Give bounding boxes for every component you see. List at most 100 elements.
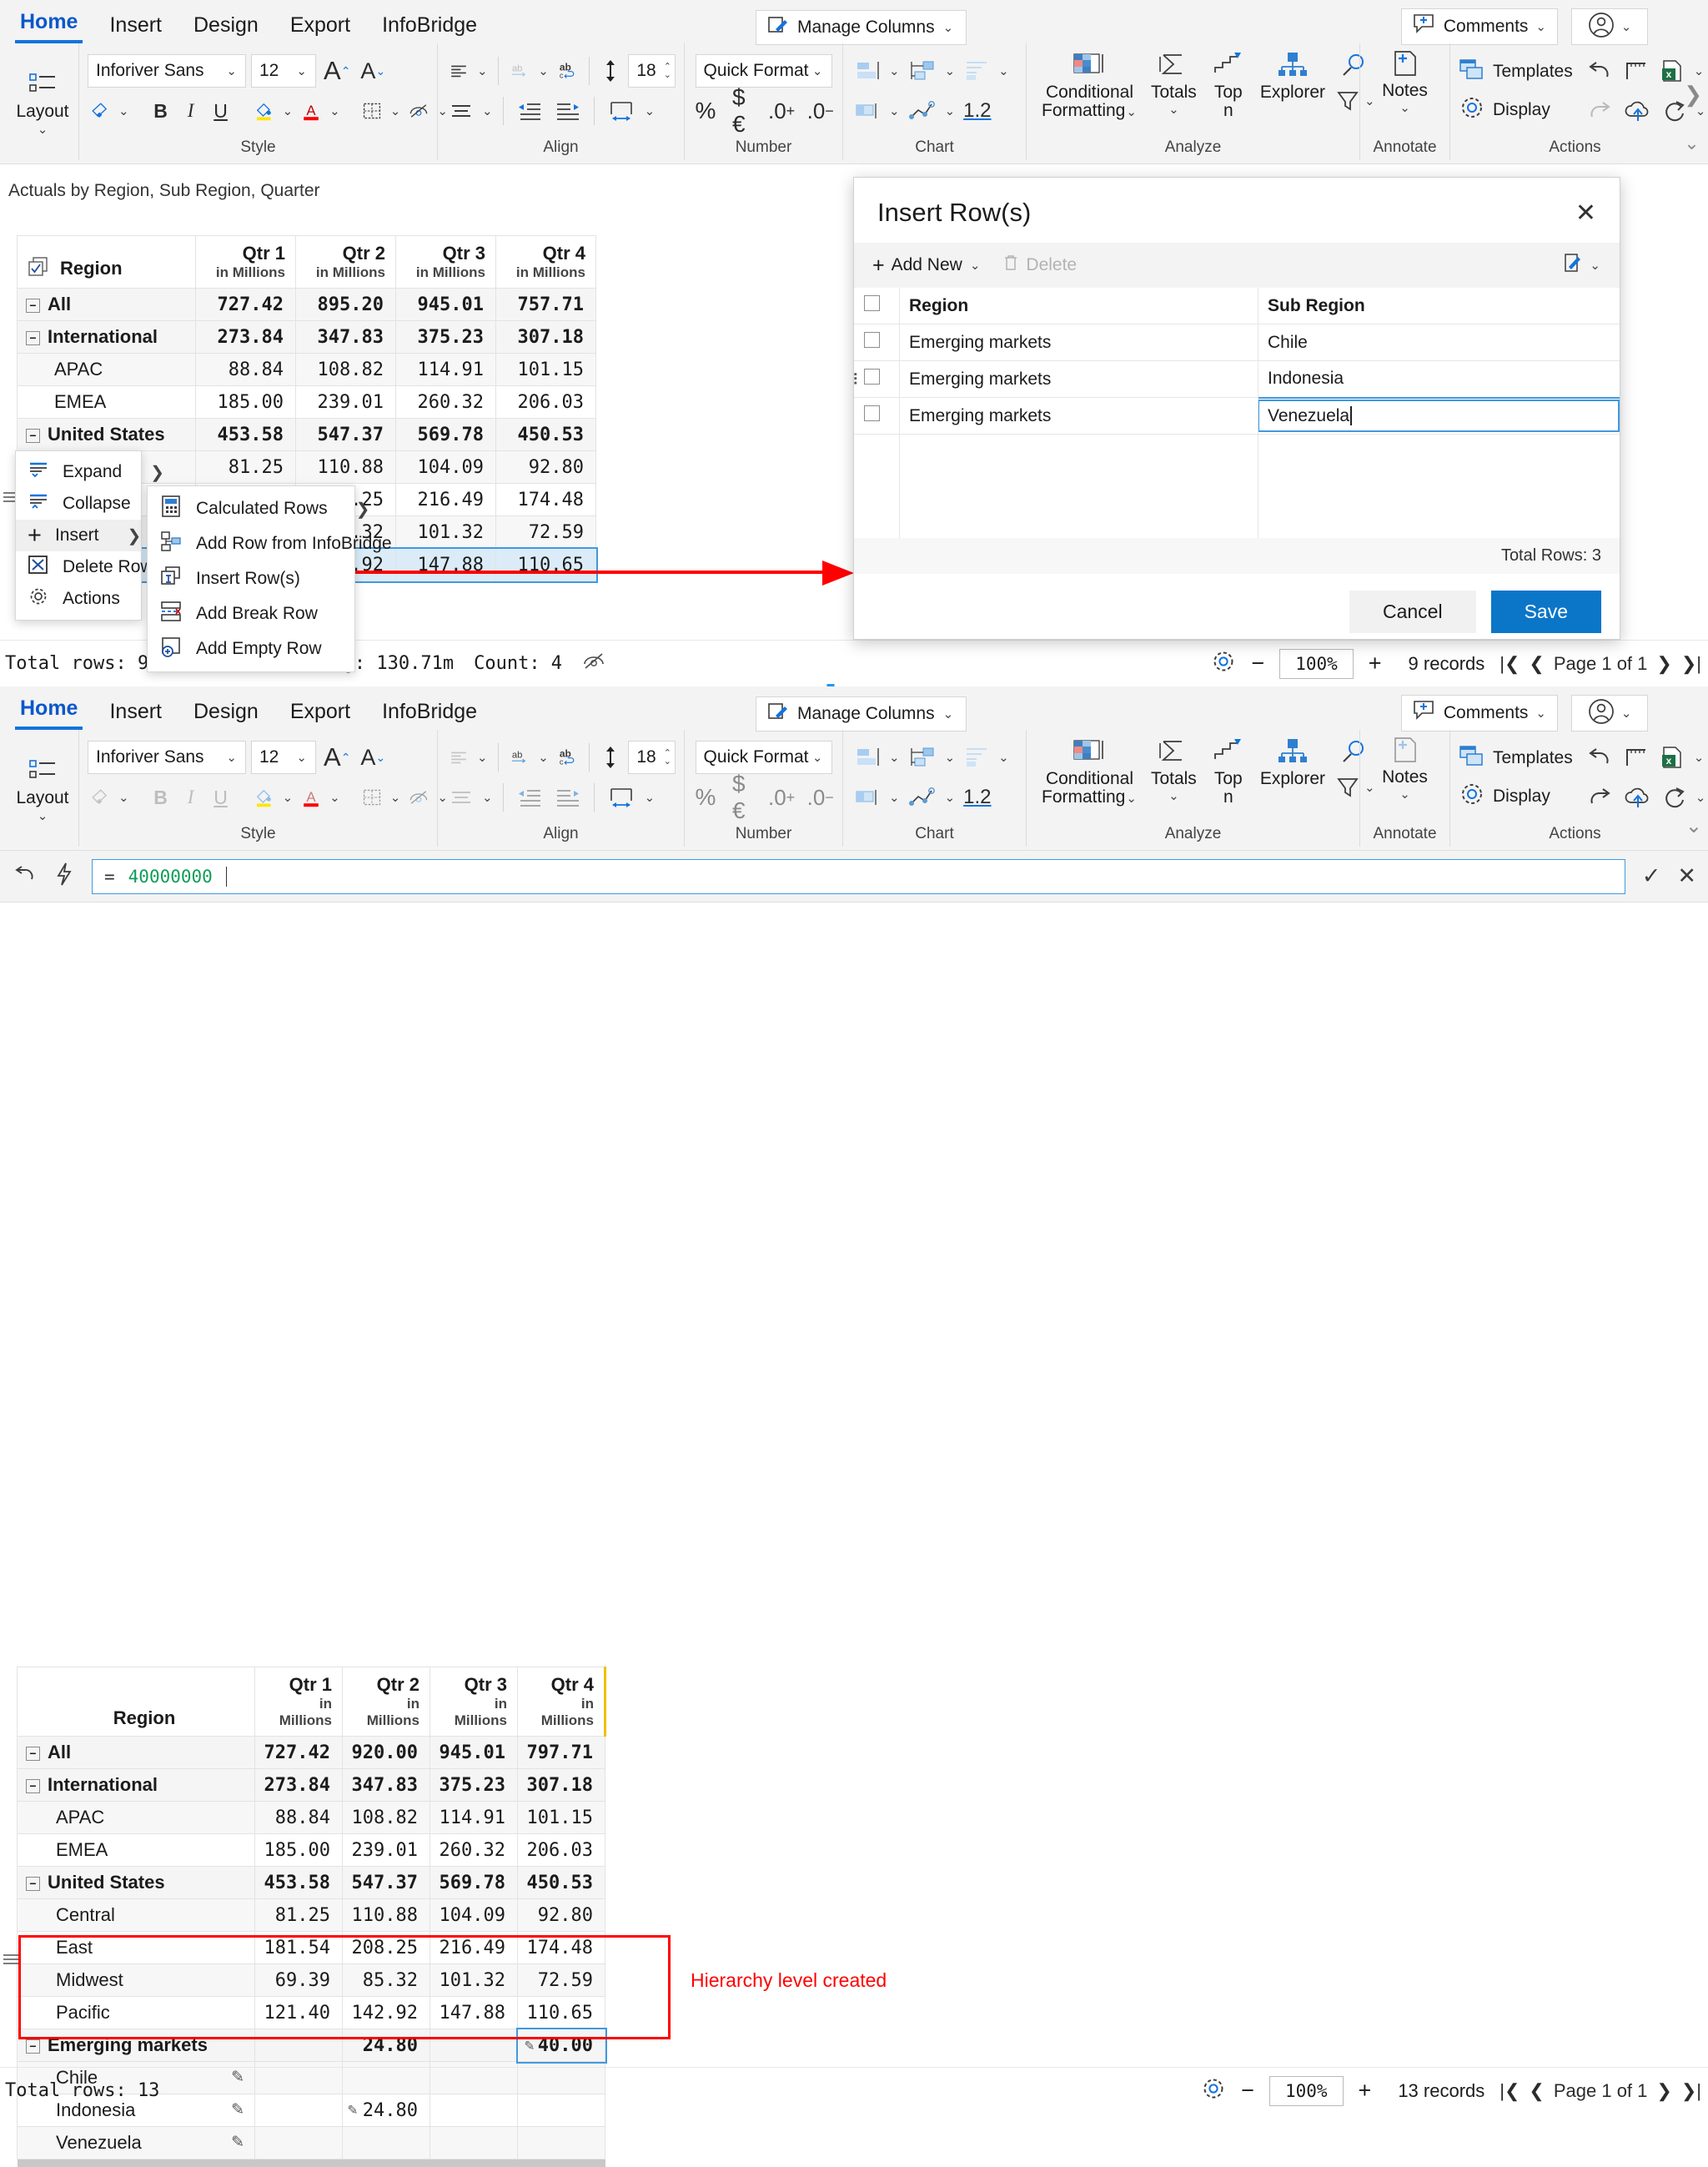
cell[interactable] xyxy=(518,2127,605,2159)
cell[interactable]: 92.80 xyxy=(518,1899,605,1932)
delete-button[interactable]: Delete xyxy=(1002,254,1077,277)
increase-indent-icon[interactable] xyxy=(551,93,585,128)
menu-item-calculated-rows[interactable]: Calculated Rows ❯ xyxy=(148,491,354,526)
stepper-icon[interactable]: ⌃⌄ xyxy=(664,749,671,766)
cell[interactable]: 147.88 xyxy=(396,549,496,581)
cell[interactable]: 569.78 xyxy=(396,419,496,451)
align-vertical-icon[interactable] xyxy=(446,780,476,815)
decrease-indent-icon[interactable] xyxy=(513,93,546,128)
cell[interactable]: 547.37 xyxy=(296,419,396,451)
variance-chart-icon[interactable] xyxy=(961,53,992,88)
column-header-qtr3[interactable]: Qtr 3in Millions xyxy=(396,236,496,289)
prev-page-button[interactable]: ❮ xyxy=(1529,2080,1544,2102)
chevron-down-icon[interactable]: ⌄ xyxy=(282,790,294,805)
cell[interactable]: 920.00 xyxy=(343,1737,430,1769)
cell[interactable]: 114.91 xyxy=(430,1802,518,1834)
decrease-indent-icon[interactable] xyxy=(513,780,546,815)
hide-formatting-icon[interactable] xyxy=(406,93,431,128)
menu-item-delete-row[interactable]: Delete Row xyxy=(16,551,141,583)
export-excel-icon[interactable]: x xyxy=(1656,740,1688,775)
underline-button[interactable]: U xyxy=(208,93,234,128)
table-row[interactable]: −International 273.84 347.83 375.23 307.… xyxy=(18,1769,605,1802)
row-checkbox[interactable] xyxy=(864,405,880,421)
notes-button[interactable]: Notes ⌄ xyxy=(1375,730,1434,802)
tab-home[interactable]: Home xyxy=(15,10,83,43)
chevron-down-icon[interactable]: ⌄ xyxy=(1125,105,1138,119)
next-page-button[interactable]: ❯ xyxy=(1656,653,1671,675)
column-header-qtr1[interactable]: Qtr 1in Millions xyxy=(196,236,296,289)
cell[interactable]: 72.59 xyxy=(496,516,596,549)
cell[interactable]: 945.01 xyxy=(430,1737,518,1769)
cell[interactable]: 72.59 xyxy=(518,1964,605,1997)
layout-icon[interactable] xyxy=(26,67,59,102)
chevron-down-icon[interactable]: ⌄ xyxy=(1695,790,1707,805)
table-row[interactable]: APAC 88.84 108.82 114.91 101.15 xyxy=(18,354,596,386)
table-row[interactable]: −All 727.42 920.00 945.01 797.71 xyxy=(18,1737,605,1769)
chevron-down-icon[interactable]: ⌄ xyxy=(118,103,130,118)
dialog-select-all-cell[interactable] xyxy=(854,288,899,324)
add-new-button[interactable]: + Add New ⌄ xyxy=(872,255,981,276)
font-color-icon[interactable]: A xyxy=(299,93,324,128)
cell[interactable]: 110.65 xyxy=(518,1997,605,2029)
chevron-down-icon[interactable]: ⌄ xyxy=(1693,750,1705,765)
chevron-down-icon[interactable]: ⌄ xyxy=(1168,102,1180,117)
cell[interactable]: 110.88 xyxy=(296,451,396,484)
table-row[interactable]: Pacific 121.40 142.92 147.88 110.65 xyxy=(18,1997,605,2029)
cell[interactable]: 101.32 xyxy=(430,1964,518,1997)
chevron-down-icon[interactable]: ⌄ xyxy=(997,750,1010,765)
cell[interactable]: 81.25 xyxy=(255,1899,343,1932)
cell[interactable]: 307.18 xyxy=(518,1769,605,1802)
display-button[interactable]: Display xyxy=(1459,778,1573,815)
tab-design[interactable]: Design xyxy=(188,13,264,43)
cell[interactable] xyxy=(255,2127,343,2159)
totals-button[interactable]: Totals ⌄ xyxy=(1144,732,1203,803)
table-row[interactable]: −All 727.42 895.20 945.01 757.71 xyxy=(18,289,596,321)
currency-format-button[interactable]: $€ xyxy=(730,93,756,128)
column-width-icon[interactable] xyxy=(604,780,639,815)
tab-infobridge[interactable]: InfoBridge xyxy=(377,13,482,43)
cell[interactable]: 108.82 xyxy=(296,354,396,386)
menu-item-expand[interactable]: Expand ❯ xyxy=(16,456,141,488)
collapse-toggle-icon[interactable]: − xyxy=(26,1877,40,1891)
chevron-down-icon[interactable]: ⌄ xyxy=(1125,792,1138,806)
chevron-down-icon[interactable]: ⌄ xyxy=(997,63,1010,78)
cell[interactable]: 216.49 xyxy=(430,1932,518,1964)
ribbon-collapse-icon[interactable]: ⌄ xyxy=(1685,814,1703,838)
select-all-checkbox-icon[interactable] xyxy=(28,256,51,281)
row-height-input[interactable]: 18 ⌃⌄ xyxy=(628,54,676,88)
ruler-icon[interactable] xyxy=(1621,740,1651,775)
layout-icon[interactable] xyxy=(26,753,59,788)
account-button[interactable]: ⌄ xyxy=(1571,8,1648,45)
table-row[interactable]: Midwest 69.39 85.32 101.32 72.59 xyxy=(18,1964,605,1997)
quick-format-select[interactable]: Quick Format ⌄ xyxy=(696,54,832,88)
ribbon-overflow-right-icon[interactable]: ❯ xyxy=(1683,82,1703,108)
comments-button[interactable]: Comments ⌄ xyxy=(1401,8,1558,45)
underline-button[interactable]: U xyxy=(208,780,234,815)
cell[interactable]: 101.15 xyxy=(518,1802,605,1834)
dialog-row-active-handle[interactable]: + ⠿ Emerging markets Indonesia xyxy=(854,361,1620,398)
cell[interactable]: 727.42 xyxy=(255,1737,343,1769)
align-horizontal-icon[interactable] xyxy=(446,740,471,775)
cell[interactable]: 101.32 xyxy=(396,516,496,549)
cell[interactable]: 24.80 xyxy=(343,2029,430,2062)
formula-undo-icon[interactable] xyxy=(12,862,37,890)
table-row[interactable]: −United States 453.58 547.37 569.78 450.… xyxy=(18,419,596,451)
conditional-formatting-button[interactable]: Conditional Formatting⌄ xyxy=(1035,732,1144,807)
cell[interactable]: 174.48 xyxy=(496,484,596,516)
menu-item-insert-rows[interactable]: Insert Row(s) xyxy=(148,561,354,596)
cell[interactable] xyxy=(430,2127,518,2159)
row-checkbox[interactable] xyxy=(864,369,880,385)
undo-icon[interactable] xyxy=(1583,740,1616,775)
checkbox-select-all[interactable] xyxy=(864,295,880,311)
chevron-down-icon[interactable]: ⌄ xyxy=(329,790,341,805)
zoom-level-value[interactable]: 100% xyxy=(1269,2076,1344,2106)
table-row[interactable]: APAC 88.84 108.82 114.91 101.15 xyxy=(18,1802,605,1834)
topn-button[interactable]: Top n xyxy=(1203,732,1253,807)
undo-icon[interactable] xyxy=(1583,53,1616,88)
cell[interactable]: 174.48 xyxy=(518,1932,605,1964)
cell[interactable]: 110.65 xyxy=(496,549,596,581)
decrease-decimal-button[interactable]: .0− xyxy=(806,93,834,128)
fill-color-icon[interactable] xyxy=(252,780,277,815)
cell[interactable]: 104.09 xyxy=(396,451,496,484)
chevron-down-icon[interactable]: ⌄ xyxy=(537,63,550,78)
